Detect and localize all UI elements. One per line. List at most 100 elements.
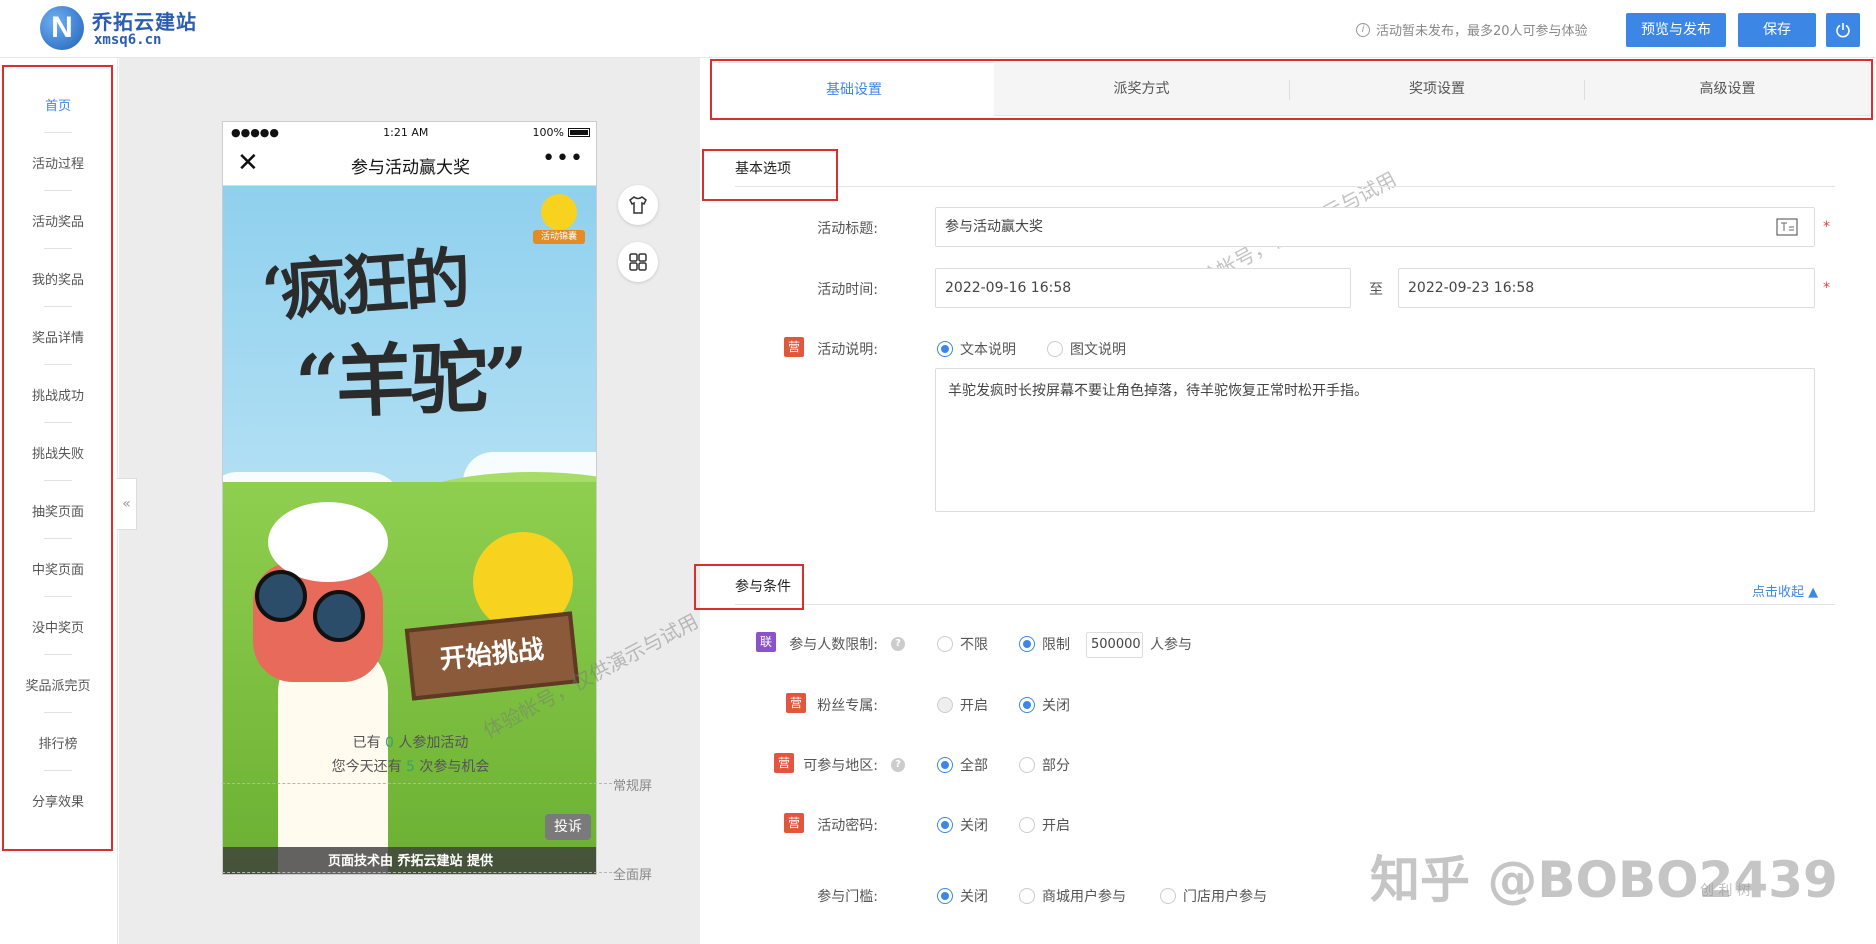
radio-threshold-mall[interactable]: 商城用户参与 xyxy=(1019,886,1126,906)
sidebar-divider xyxy=(44,306,72,307)
radio-image-description[interactable]: 图文说明 xyxy=(1047,339,1126,359)
time-range-separator: 至 xyxy=(1369,282,1383,298)
participant-limit-input[interactable]: 500000 xyxy=(1086,632,1143,658)
components-button[interactable] xyxy=(618,242,658,282)
radio-password-on[interactable]: 开启 xyxy=(1019,815,1070,835)
signal-icon: ●●●●● xyxy=(231,125,279,139)
radio-indicator xyxy=(1019,817,1035,833)
activity-description-textarea[interactable]: 羊驼发疯时长按屏幕不要让角色掉落，待羊驼恢复正常时松开手指。 xyxy=(935,368,1815,512)
status-time: 1:21 AM xyxy=(383,125,429,139)
sidebar-item-10[interactable]: 奖品派完页 xyxy=(0,675,116,694)
radio-text-description[interactable]: 文本说明 xyxy=(937,339,1016,359)
radio-fans-off[interactable]: 关闭 xyxy=(1019,695,1070,715)
sidebar-divider xyxy=(44,248,72,249)
full-screen-label: 全面屏 xyxy=(613,868,653,883)
radio-fans-on[interactable]: 开启 xyxy=(937,695,988,715)
phone-status-bar: ●●●●● 1:21 AM 100% xyxy=(223,122,596,142)
fans-only-label: 粉丝专属: xyxy=(817,698,878,714)
sidebar-divider xyxy=(44,422,72,423)
start-time-input[interactable]: 2022-09-16 16:58 xyxy=(935,268,1351,308)
required-mark: * xyxy=(1823,280,1830,296)
more-icon[interactable]: ••• xyxy=(542,146,584,171)
sidebar-item-0[interactable]: 首页 xyxy=(0,95,116,114)
activity-time-label: 活动时间: xyxy=(817,282,878,298)
sidebar-divider xyxy=(44,770,72,771)
required-mark: * xyxy=(1823,219,1830,235)
app-root: N 乔拓云建站 xmsq6.cn i 活动暂未发布，最多20人可参与体验 预览与… xyxy=(0,0,1876,944)
radio-threshold-store[interactable]: 门店用户参与 xyxy=(1160,886,1267,906)
grid-icon xyxy=(629,253,647,271)
radio-indicator xyxy=(1047,341,1063,357)
radio-region-part[interactable]: 部分 xyxy=(1019,755,1070,775)
sidebar-divider xyxy=(44,480,72,481)
info-icon: i xyxy=(1356,22,1370,37)
remaining-chances-text: 您今天还有 5 次参与机会 xyxy=(331,759,490,775)
radio-indicator xyxy=(1160,888,1176,904)
radio-indicator xyxy=(937,697,953,713)
radio-password-off[interactable]: 关闭 xyxy=(937,815,988,835)
sidebar-item-9[interactable]: 没中奖页 xyxy=(0,617,116,636)
participant-limit-suffix: 人参与 xyxy=(1150,637,1192,653)
sidebar-item-1[interactable]: 活动过程 xyxy=(0,153,116,172)
preview-publish-button[interactable]: 预览与发布 xyxy=(1626,13,1726,47)
highlight-box-basic-options xyxy=(702,149,838,201)
full-screen-guide-line xyxy=(222,872,612,873)
end-time-input[interactable]: 2022-09-23 16:58 xyxy=(1398,268,1815,308)
activity-description-label: 活动说明: xyxy=(817,342,878,358)
radio-indicator xyxy=(1019,636,1035,652)
top-bar: N 乔拓云建站 xmsq6.cn i 活动暂未发布，最多20人可参与体验 预览与… xyxy=(0,0,1876,58)
radio-indicator xyxy=(1019,888,1035,904)
sidebar-item-2[interactable]: 活动奖品 xyxy=(0,211,116,230)
radio-indicator xyxy=(937,636,953,652)
sidebar-item-6[interactable]: 挑战失败 xyxy=(0,443,116,462)
highlight-box-tabs xyxy=(710,59,1873,120)
activity-password-label: 活动密码: xyxy=(817,818,878,834)
brand-name: 乔拓云建站 xyxy=(92,10,197,34)
sidebar-divider xyxy=(44,654,72,655)
radio-indicator xyxy=(1019,697,1035,713)
sidebar-divider xyxy=(44,538,72,539)
radio-limit-unlimited[interactable]: 不限 xyxy=(937,634,988,654)
phone-title-bar: ✕ 参与活动赢大奖 ••• xyxy=(223,142,596,186)
sidebar-item-12[interactable]: 分享效果 xyxy=(0,791,116,810)
section-divider xyxy=(735,186,1835,187)
sidebar-divider xyxy=(44,132,72,133)
activity-tips-label: 活动锦囊 xyxy=(533,230,585,244)
zhihu-watermark: 知乎 @BOBO2439 xyxy=(1370,851,1838,909)
collapse-section-link[interactable]: 点击收起 ▲ xyxy=(1752,581,1818,600)
joined-count-text: 已有 0 人参加活动 xyxy=(352,735,469,751)
power-button[interactable] xyxy=(1826,13,1860,47)
save-button[interactable]: 保存 xyxy=(1738,13,1816,47)
help-icon[interactable]: ? xyxy=(891,758,905,772)
brand-domain: xmsq6.cn xyxy=(94,32,162,48)
radio-region-all[interactable]: 全部 xyxy=(937,755,988,775)
sidebar-item-4[interactable]: 奖品详情 xyxy=(0,327,116,346)
radio-indicator xyxy=(937,888,953,904)
sidebar-item-3[interactable]: 我的奖品 xyxy=(0,269,116,288)
powered-by-footer: 页面技术由 乔拓云建站 提供 xyxy=(223,847,596,874)
sidebar-collapse-button[interactable]: « xyxy=(117,478,137,530)
battery-status: 100% xyxy=(533,126,590,139)
sidebar-item-5[interactable]: 挑战成功 xyxy=(0,385,116,404)
sidebar-item-7[interactable]: 抽奖页面 xyxy=(0,501,116,520)
activity-tips-badge[interactable]: 活动锦囊 xyxy=(533,192,585,246)
participant-limit-label: 参与人数限制: xyxy=(789,637,878,653)
joined-count: 0 xyxy=(385,735,394,751)
sidebar-divider xyxy=(44,364,72,365)
help-icon[interactable]: ? xyxy=(891,637,905,651)
radio-threshold-off[interactable]: 关闭 xyxy=(937,886,988,906)
sidebar-divider xyxy=(44,596,72,597)
sidebar-item-11[interactable]: 排行榜 xyxy=(0,733,116,752)
theme-skin-button[interactable] xyxy=(618,185,658,225)
complain-button[interactable]: 投诉 xyxy=(545,814,591,840)
radio-indicator xyxy=(937,341,953,357)
llama-glasses-illustration xyxy=(255,570,307,622)
sidebar-item-8[interactable]: 中奖页面 xyxy=(0,559,116,578)
activity-title-input[interactable]: 参与活动赢大奖 xyxy=(935,207,1815,247)
power-icon xyxy=(1836,23,1850,38)
text-format-icon[interactable] xyxy=(1776,218,1798,236)
normal-screen-label: 常规屏 xyxy=(613,779,653,794)
phone-preview: ●●●●● 1:21 AM 100% ✕ 参与活动赢大奖 ••• 活动锦囊 ‘疯… xyxy=(222,121,597,875)
publish-notice-text: 活动暂未发布，最多20人可参与体验 xyxy=(1376,24,1588,39)
radio-limit-limited[interactable]: 限制 xyxy=(1019,634,1070,654)
